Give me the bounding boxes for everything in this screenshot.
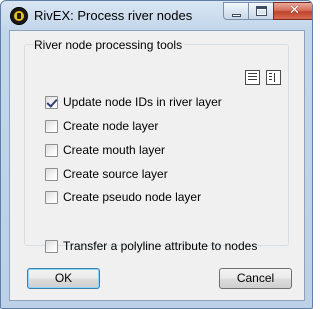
option-label: Create node layer — [63, 119, 159, 133]
checkbox[interactable] — [45, 167, 58, 181]
checkbox[interactable] — [45, 239, 58, 253]
dialog-window: RivEX: Process river nodes ✕ River node … — [0, 0, 313, 309]
rivex-app-icon[interactable] — [10, 7, 28, 25]
cancel-button[interactable]: Cancel — [219, 268, 292, 289]
ok-button[interactable]: OK — [27, 268, 100, 289]
option-update-node-ids[interactable]: Update node IDs in river layer — [45, 95, 222, 109]
minimize-button[interactable] — [223, 2, 249, 20]
checkbox[interactable] — [45, 190, 58, 204]
dialog-client-area: River node processing tools Update node … — [9, 30, 305, 301]
title-bar[interactable]: RivEX: Process river nodes ✕ — [1, 1, 312, 29]
option-label: Create source layer — [63, 167, 168, 181]
close-button[interactable]: ✕ — [273, 2, 312, 20]
group-label: River node processing tools — [33, 38, 184, 52]
option-label: Update node IDs in river layer — [63, 95, 222, 109]
window-title: RivEX: Process river nodes — [34, 8, 193, 23]
checkbox[interactable] — [45, 143, 58, 157]
checkbox[interactable] — [45, 119, 58, 133]
select-all-icon[interactable] — [245, 70, 260, 85]
minimize-icon — [232, 14, 241, 17]
option-label: Create mouth layer — [63, 143, 166, 157]
option-create-node-layer[interactable]: Create node layer — [45, 119, 158, 133]
caption-buttons: ✕ — [223, 2, 312, 21]
option-create-pseudo-node-layer[interactable]: Create pseudo node layer — [45, 190, 201, 204]
option-label: Transfer a polyline attribute to nodes — [63, 239, 258, 253]
option-create-source-layer[interactable]: Create source layer — [45, 167, 168, 181]
close-icon: ✕ — [289, 3, 300, 18]
option-create-mouth-layer[interactable]: Create mouth layer — [45, 143, 165, 157]
selection-tools — [245, 70, 281, 85]
option-transfer-polyline-attribute[interactable]: Transfer a polyline attribute to nodes — [45, 239, 257, 253]
select-none-icon[interactable] — [266, 70, 281, 85]
checkbox[interactable] — [45, 95, 58, 109]
maximize-icon — [256, 6, 267, 16]
maximize-button[interactable] — [248, 2, 274, 20]
river-node-tools-group: River node processing tools Update node … — [24, 38, 289, 253]
option-label: Create pseudo node layer — [63, 190, 202, 204]
